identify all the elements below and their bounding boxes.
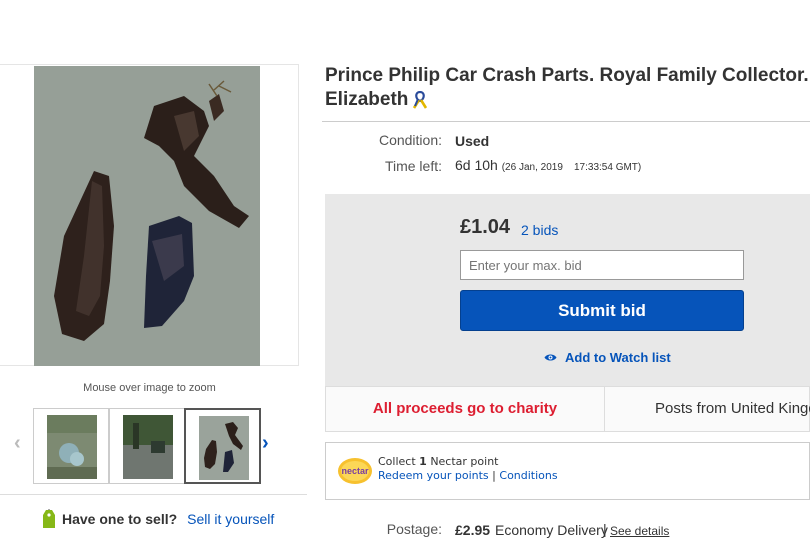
postage-method: Economy Delivery [495,522,608,538]
max-bid-input[interactable] [460,250,744,280]
nectar-collect-suffix: Nectar point [430,455,499,468]
info-row: All proceeds go to charity Posts from Un… [325,386,810,432]
sell-row: Have one to sell? Sell it yourself [42,509,274,529]
listing-title: Prince Philip Car Crash Parts. Royal Fam… [325,64,810,112]
next-image-arrow-icon[interactable]: › [262,432,269,455]
main-image-frame [0,64,299,366]
time-left-value: 6d 10h (26 Jan, 2019 17:33:54 GMT) [455,157,641,173]
sell-it-yourself-link[interactable]: Sell it yourself [187,511,274,527]
nectar-points: 1 [419,455,427,468]
zoom-hint: Mouse over image to zoom [83,382,216,394]
nectar-link-separator: | [492,469,496,482]
see-details-link[interactable]: See details [610,524,669,538]
thumbnail-3[interactable] [184,408,261,484]
postage-label: Postage: [386,521,442,537]
add-to-watch-list-button[interactable]: Add to Watch list [544,350,671,365]
posts-from: Posts from United Kingdo [655,400,810,417]
charity-ribbon-icon [413,91,428,109]
redeem-points-link[interactable]: Redeem your points [378,469,489,482]
add-to-watch-list-label: Add to Watch list [565,350,671,365]
submit-bid-button[interactable]: Submit bid [460,290,744,331]
bid-count-link[interactable]: 2 bids [521,222,558,238]
sell-question: Have one to sell? [62,511,178,527]
nectar-box: nectar Collect 1 Nectar point Redeem you… [325,442,810,500]
time-left-duration: 6d 10h [455,157,498,173]
postage-separator: | [603,521,607,537]
eye-icon [544,354,557,361]
nectar-logo-text: nectar [341,466,369,476]
condition-value: Used [455,133,490,149]
nectar-collect-prefix: Collect [378,455,416,468]
thumbnail-2[interactable] [109,408,185,484]
tag-icon [43,509,55,528]
thumbnail-1[interactable] [33,408,109,484]
conditions-link[interactable]: Conditions [499,469,557,482]
title-divider [322,121,810,122]
postage-price: £2.95 [455,522,491,538]
listing-title-line-1: Prince Philip Car Crash Parts. Royal Fam… [325,65,810,86]
main-item-photo[interactable] [34,66,260,366]
time-left-end: (26 Jan, 2019 17:33:54 GMT) [501,162,642,173]
nectar-logo: nectar [338,458,372,484]
gallery-divider [0,494,307,495]
condition-label: Condition: [378,132,442,148]
previous-image-arrow-icon[interactable]: ‹ [14,432,21,455]
time-left-label: Time left: [384,158,442,174]
charity-notice[interactable]: All proceeds go to charity [326,387,604,431]
listing-title-line-2: Elizabeth [325,89,409,110]
info-separator [604,387,605,431]
current-price: £1.04 [460,216,511,238]
nectar-text: Collect 1 Nectar point Redeem your point… [378,455,558,483]
